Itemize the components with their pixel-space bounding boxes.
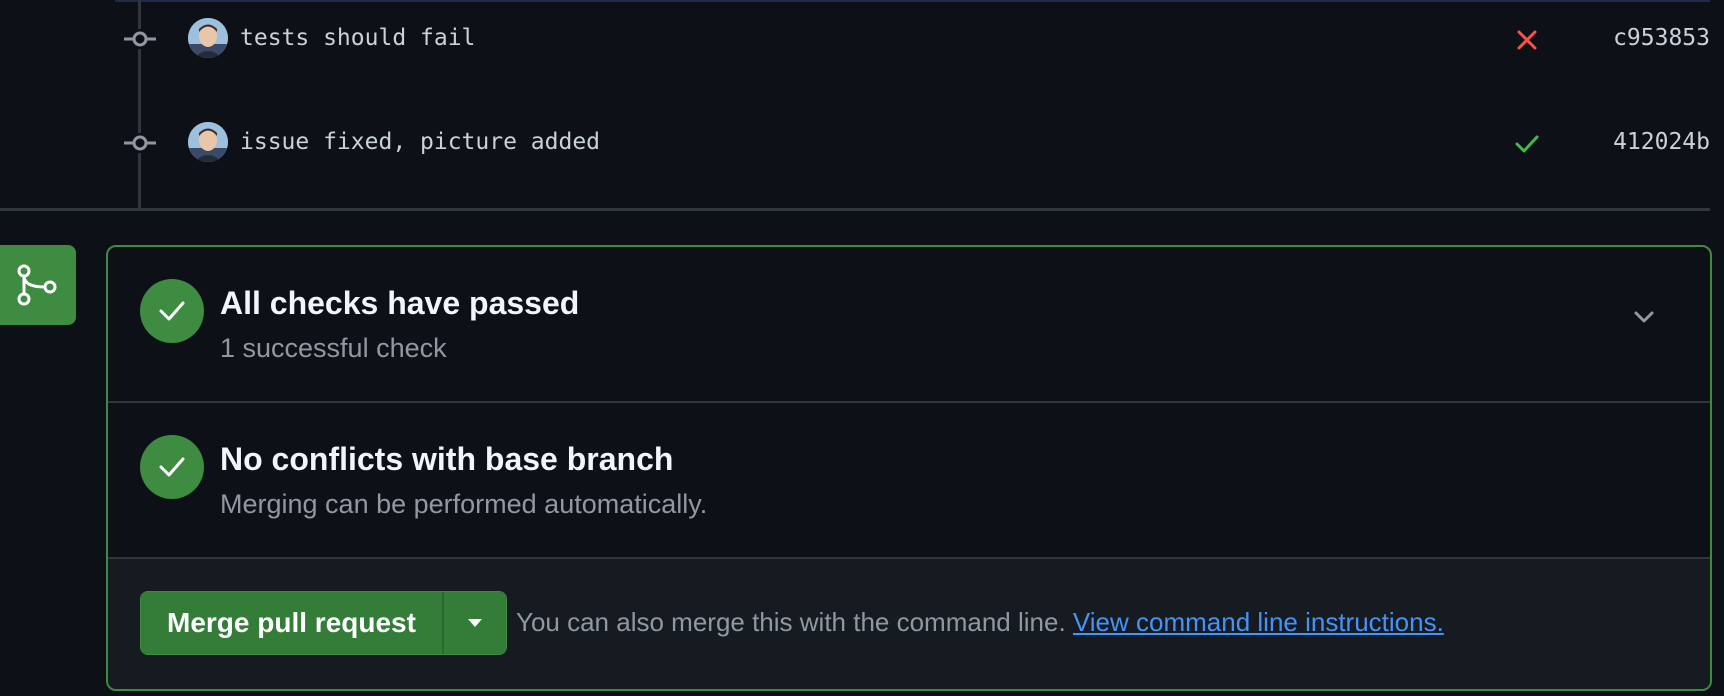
conflicts-section: No conflicts with base branch Merging ca…: [108, 403, 1710, 559]
checks-section: All checks have passed 1 successful chec…: [108, 247, 1710, 403]
triangle-down-icon: [467, 619, 482, 627]
conflicts-title: No conflicts with base branch: [220, 441, 674, 477]
merge-action-section: Merge pull request You can also merge th…: [108, 559, 1710, 689]
commit-sha[interactable]: c953853: [1613, 25, 1710, 51]
merge-pull-request-button[interactable]: Merge pull request: [141, 592, 442, 654]
git-commit-icon: [124, 29, 156, 49]
conflicts-subtitle: Merging can be performed automatically.: [220, 489, 708, 519]
top-accent-line: [115, 0, 1710, 2]
git-commit-icon: [124, 133, 156, 153]
merge-options-dropdown[interactable]: [441, 592, 506, 654]
checks-subtitle: 1 successful check: [220, 333, 447, 363]
commit-message[interactable]: tests should fail: [240, 25, 475, 51]
check-circle-icon: [140, 279, 204, 343]
avatar[interactable]: [188, 122, 228, 162]
git-merge-icon: [0, 245, 76, 325]
command-line-instructions-link[interactable]: View command line instructions.: [1073, 607, 1444, 637]
avatar[interactable]: [188, 18, 228, 58]
commit-row: tests should fail c953853: [0, 9, 1710, 69]
check-icon[interactable]: [1512, 129, 1542, 159]
commit-row: issue fixed, picture added 412024b: [0, 113, 1710, 173]
x-icon[interactable]: [1512, 25, 1542, 55]
merge-status-panel: All checks have passed 1 successful chec…: [106, 245, 1712, 691]
merge-button-group: Merge pull request: [140, 591, 507, 655]
helper-text: You can also merge this with the command…: [516, 607, 1073, 637]
commit-message[interactable]: issue fixed, picture added: [240, 129, 600, 155]
checks-title: All checks have passed: [220, 285, 580, 321]
command-line-helper: You can also merge this with the command…: [516, 607, 1444, 638]
check-circle-icon: [140, 435, 204, 499]
chevron-down-icon[interactable]: [1628, 301, 1660, 333]
commit-sha[interactable]: 412024b: [1613, 129, 1710, 155]
timeline-divider: [0, 208, 1710, 211]
